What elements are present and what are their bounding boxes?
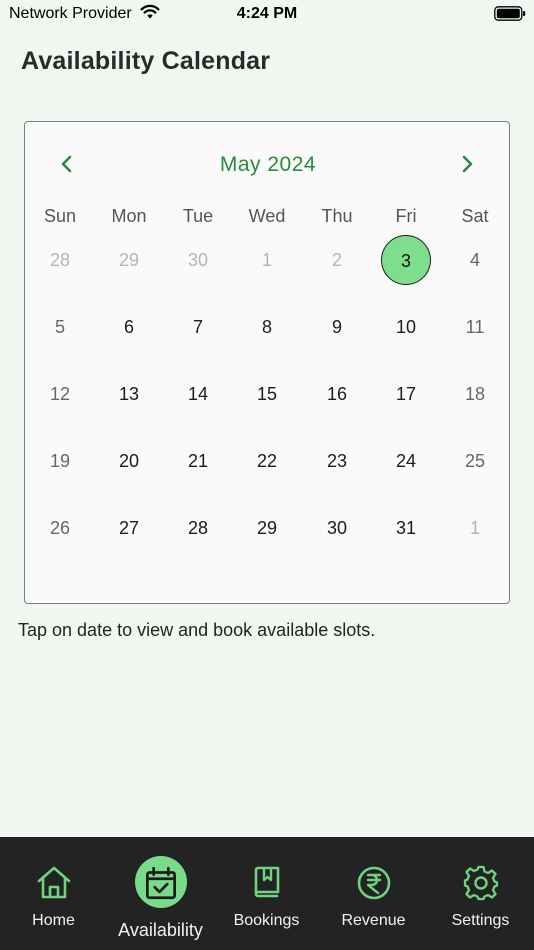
calendar-day[interactable]: 13	[96, 368, 162, 420]
calendar-day-past[interactable]: 1	[234, 234, 300, 286]
weekday-label: Sun	[43, 206, 77, 226]
calendar-day[interactable]: 9	[304, 301, 370, 353]
tab-label: Revenue	[341, 912, 406, 929]
calendar-day[interactable]: 5	[27, 301, 93, 353]
calendar-day[interactable]: 6	[96, 301, 162, 353]
calendar-day[interactable]: 15	[234, 368, 300, 420]
weekday-label: Tue	[182, 206, 214, 226]
chevron-right-icon[interactable]	[457, 154, 477, 174]
calendar-day[interactable]: 18	[442, 368, 508, 420]
clock-time: 4:24 PM	[236, 5, 298, 22]
book-icon	[254, 866, 279, 898]
weekday-label: Mon	[111, 206, 147, 226]
tab-label: Home	[32, 912, 75, 929]
rupee-icon	[357, 866, 390, 900]
calendar-day[interactable]: 17	[373, 368, 439, 420]
battery-icon	[494, 6, 526, 21]
status-bar: Network Provider 4:24 PM	[0, 0, 534, 28]
calendar-day[interactable]: 10	[373, 301, 439, 353]
calendar-day-outside-month[interactable]: 1	[442, 502, 508, 554]
calendar-day[interactable]: 12	[27, 368, 93, 420]
calendar-day-outside-month[interactable]: 28	[27, 234, 93, 286]
tab-label: Availability	[118, 920, 203, 940]
calendar-day-outside-month[interactable]: 29	[96, 234, 162, 286]
home-icon	[37, 866, 70, 899]
tab-settings[interactable]: Settings	[427, 837, 534, 950]
gear-icon	[463, 865, 498, 901]
calendar-day[interactable]: 8	[234, 301, 300, 353]
calendar-day[interactable]: 26	[27, 502, 93, 554]
tab-home[interactable]: Home	[0, 837, 107, 950]
calendar-check-icon	[145, 866, 176, 900]
calendar-day[interactable]: 4	[442, 234, 508, 286]
calendar-day[interactable]: 24	[373, 435, 439, 487]
calendar-day[interactable]: 29	[234, 502, 300, 554]
calendar-day[interactable]: 21	[165, 435, 231, 487]
calendar-day[interactable]: 11	[442, 301, 508, 353]
tab-label: Settings	[451, 912, 510, 929]
availability-calendar: May 2024 Sun Mon Tue Wed Thu Fri Sat 28 …	[24, 121, 510, 604]
calendar-day[interactable]: 23	[304, 435, 370, 487]
calendar-day[interactable]: 27	[96, 502, 162, 554]
weekday-label: Wed	[248, 206, 286, 226]
calendar-day[interactable]: 19	[27, 435, 93, 487]
weekday-label: Thu	[321, 206, 353, 226]
calendar-day-past[interactable]: 2	[304, 234, 370, 286]
month-title: May 2024	[219, 153, 317, 176]
weekday-label: Sat	[461, 206, 489, 226]
calendar-day-selected[interactable]: 3	[373, 234, 439, 286]
calendar-day[interactable]: 16	[304, 368, 370, 420]
calendar-day[interactable]: 28	[165, 502, 231, 554]
calendar-day[interactable]: 7	[165, 301, 231, 353]
calendar-day-outside-month[interactable]: 30	[165, 234, 231, 286]
page-title: Availability Calendar	[21, 47, 271, 75]
tab-revenue[interactable]: Revenue	[320, 837, 427, 950]
bottom-tab-bar: Home Availability Bookings Revenue Setti…	[0, 837, 534, 950]
calendar-day[interactable]: 31	[373, 502, 439, 554]
tab-label: Bookings	[233, 912, 300, 929]
calendar-day[interactable]: 20	[96, 435, 162, 487]
hint-text: Tap on date to view and book available s…	[18, 620, 376, 640]
tab-bookings[interactable]: Bookings	[213, 837, 320, 950]
calendar-day[interactable]: 14	[165, 368, 231, 420]
weekday-label: Fri	[395, 206, 417, 226]
tab-availability[interactable]: Availability	[107, 837, 214, 950]
calendar-day[interactable]: 22	[234, 435, 300, 487]
weekday-header-row: Sun Mon Tue Wed Thu Fri Sat	[25, 206, 511, 230]
calendar-day[interactable]: 25	[442, 435, 508, 487]
calendar-day[interactable]: 30	[304, 502, 370, 554]
